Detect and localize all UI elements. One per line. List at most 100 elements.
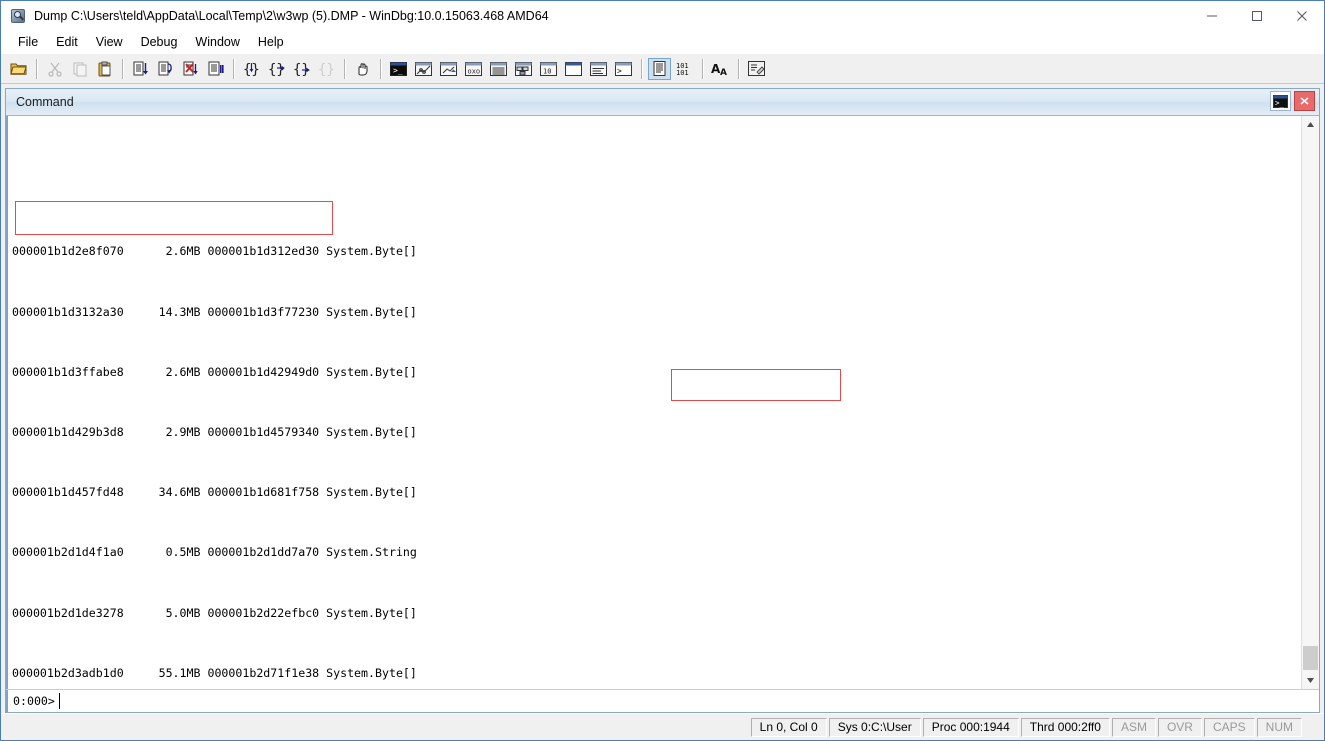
- svg-text:{}: {}: [318, 62, 335, 77]
- menu-view[interactable]: View: [87, 33, 132, 51]
- vertical-scrollbar[interactable]: [1301, 116, 1319, 689]
- scroll-down-arrow[interactable]: [1302, 672, 1319, 689]
- heap-addr: 000001b1d429b3d8: [12, 424, 124, 439]
- heap-mt: 000001b1d42949d0: [207, 364, 320, 379]
- menu-debug[interactable]: Debug: [132, 33, 187, 51]
- memory-window-icon[interactable]: [487, 58, 510, 80]
- step-into-icon[interactable]: [129, 58, 152, 80]
- cut-icon[interactable]: [43, 58, 66, 80]
- heap-size: 2.6MB: [165, 364, 201, 379]
- trace-extra-icon[interactable]: {}: [315, 58, 338, 80]
- processes-threads-icon[interactable]: [587, 58, 610, 80]
- status-caps: CAPS: [1203, 717, 1255, 737]
- clipboard-icon[interactable]: [93, 58, 116, 80]
- disassembly-window-icon[interactable]: 10: [537, 58, 560, 80]
- font-icon[interactable]: A A: [709, 58, 732, 80]
- command-input[interactable]: [59, 690, 1319, 712]
- scratch-pad-icon[interactable]: [562, 58, 585, 80]
- menu-file[interactable]: File: [9, 33, 47, 51]
- command-output-pane[interactable]: 000001b1d2e8f070 000001b1d2e8f070 2.6MB …: [6, 116, 1301, 689]
- status-sys: Sys 0:C:\User: [828, 717, 921, 737]
- svg-text:A: A: [720, 68, 727, 77]
- window-controls: [1189, 1, 1324, 31]
- svg-text:10: 10: [543, 67, 551, 75]
- break-hand-icon[interactable]: [351, 58, 374, 80]
- heap-size: 14.3MB: [158, 304, 201, 319]
- menu-help[interactable]: Help: [249, 33, 293, 51]
- heap-addr: 000001b2d3adb1d0: [12, 665, 124, 680]
- trace-out-icon[interactable]: {}: [290, 58, 313, 80]
- toolbar-separator: [738, 58, 739, 79]
- menu-bar: File Edit View Debug Window Help: [1, 31, 1324, 53]
- toolbar-separator: [702, 58, 703, 79]
- command-window-titlebar: Command >_: [6, 89, 1319, 116]
- menu-edit[interactable]: Edit: [47, 33, 87, 51]
- source-mode-icon[interactable]: [648, 57, 671, 80]
- scrollbar-track[interactable]: [1302, 133, 1319, 672]
- svg-text:oxo: oxo: [468, 67, 481, 75]
- step-over-icon[interactable]: [154, 58, 177, 80]
- status-num: NUM: [1256, 717, 1302, 737]
- heap-type: System.Byte[]: [326, 485, 417, 500]
- heap-addr: 000001b1d2e8f070: [12, 244, 124, 259]
- heap-mt: 000001b1d312ed30: [207, 244, 320, 259]
- toolbar-separator: [641, 58, 642, 79]
- window-title: Dump C:\Users\teld\AppData\Local\Temp\2\…: [34, 9, 549, 23]
- heap-pad: [124, 244, 166, 258]
- heap-type: System.Byte[]: [326, 665, 417, 680]
- run-to-cursor-icon[interactable]: [204, 58, 227, 80]
- console-text: 000001b1d2e8f070 000001b1d2e8f070 2.6MB …: [8, 116, 1301, 689]
- status-proc: Proc 000:1944: [922, 717, 1019, 737]
- title-bar: Dump C:\Users\teld\AppData\Local\Temp\2\…: [1, 1, 1324, 31]
- heap-addr: 000001b1d3132a30: [12, 304, 124, 319]
- command-window-close-button[interactable]: [1294, 91, 1315, 111]
- command-window-icon[interactable]: >_: [387, 58, 410, 80]
- call-stack-window-icon[interactable]: [512, 58, 535, 80]
- heap-mt: 000001b2d22efbc0: [207, 605, 320, 620]
- scroll-up-arrow[interactable]: [1302, 116, 1319, 133]
- status-bar: Ln 0, Col 0 Sys 0:C:\User Proc 000:1944 …: [1, 713, 1324, 740]
- close-button[interactable]: [1279, 1, 1324, 31]
- svg-text:101: 101: [676, 69, 689, 77]
- registers-window-icon[interactable]: oxo: [462, 58, 485, 80]
- resize-grip[interactable]: [1306, 720, 1320, 734]
- command-output-wrap: 000001b1d2e8f070 000001b1d2e8f070 2.6MB …: [6, 116, 1319, 689]
- command-browser-icon[interactable]: >_: [612, 58, 635, 80]
- heap-type: System.Byte[]: [326, 364, 417, 379]
- mdi-client-area: Command >_ 000001b1d2e8f070 2.6MB 000001…: [1, 84, 1324, 713]
- command-window: Command >_ 000001b1d2e8f070 2.6MB 000001…: [5, 88, 1320, 713]
- locals-window-icon[interactable]: [437, 58, 460, 80]
- command-window-title: Command: [16, 95, 74, 109]
- scrollbar-thumb[interactable]: [1303, 646, 1318, 670]
- trace-over-icon[interactable]: {}: [265, 58, 288, 80]
- trace-into-icon[interactable]: {}: [240, 58, 263, 80]
- heap-size: 2.6MB: [165, 244, 201, 259]
- menu-window[interactable]: Window: [186, 33, 248, 51]
- copy-icon[interactable]: [68, 58, 91, 80]
- heap-type: System.Byte[]: [326, 424, 417, 439]
- minimize-button[interactable]: [1189, 1, 1234, 31]
- heap-type: System.Byte[]: [326, 304, 417, 319]
- binary-mode-icon[interactable]: 101 101: [673, 58, 696, 80]
- heap-size: 55.1MB: [158, 665, 201, 680]
- heap-size: 34.6MB: [158, 485, 201, 500]
- heap-size: 5.0MB: [165, 605, 201, 620]
- options-icon[interactable]: [745, 58, 768, 80]
- heap-line: 000001b1d2e8f070 2.6MB 000001b1d312ed30 …: [12, 244, 1301, 259]
- watch-window-icon[interactable]: [412, 58, 435, 80]
- maximize-button[interactable]: [1234, 1, 1279, 31]
- windbg-icon: [10, 8, 26, 24]
- command-prompt-label: 0:000>: [6, 690, 59, 712]
- toolbar-separator: [233, 58, 234, 79]
- command-window-controls: >_: [1270, 91, 1315, 111]
- heap-type: System.Byte[]: [326, 244, 417, 259]
- step-out-icon[interactable]: [179, 58, 202, 80]
- status-asm: ASM: [1111, 717, 1156, 737]
- heap-line: 000001b1d3ffabe8 2.6MB 000001b1d42949d0 …: [12, 365, 1301, 380]
- heap-mt: 000001b2d71f1e38: [207, 665, 320, 680]
- open-source-file-icon[interactable]: [7, 58, 30, 80]
- command-window-restore-button[interactable]: >_: [1270, 91, 1291, 111]
- status-ovr: OVR: [1157, 717, 1202, 737]
- heap-line: 000001b1d429b3d8 2.9MB 000001b1d4579340 …: [12, 425, 1301, 440]
- heap-size: 0.5MB: [165, 545, 201, 560]
